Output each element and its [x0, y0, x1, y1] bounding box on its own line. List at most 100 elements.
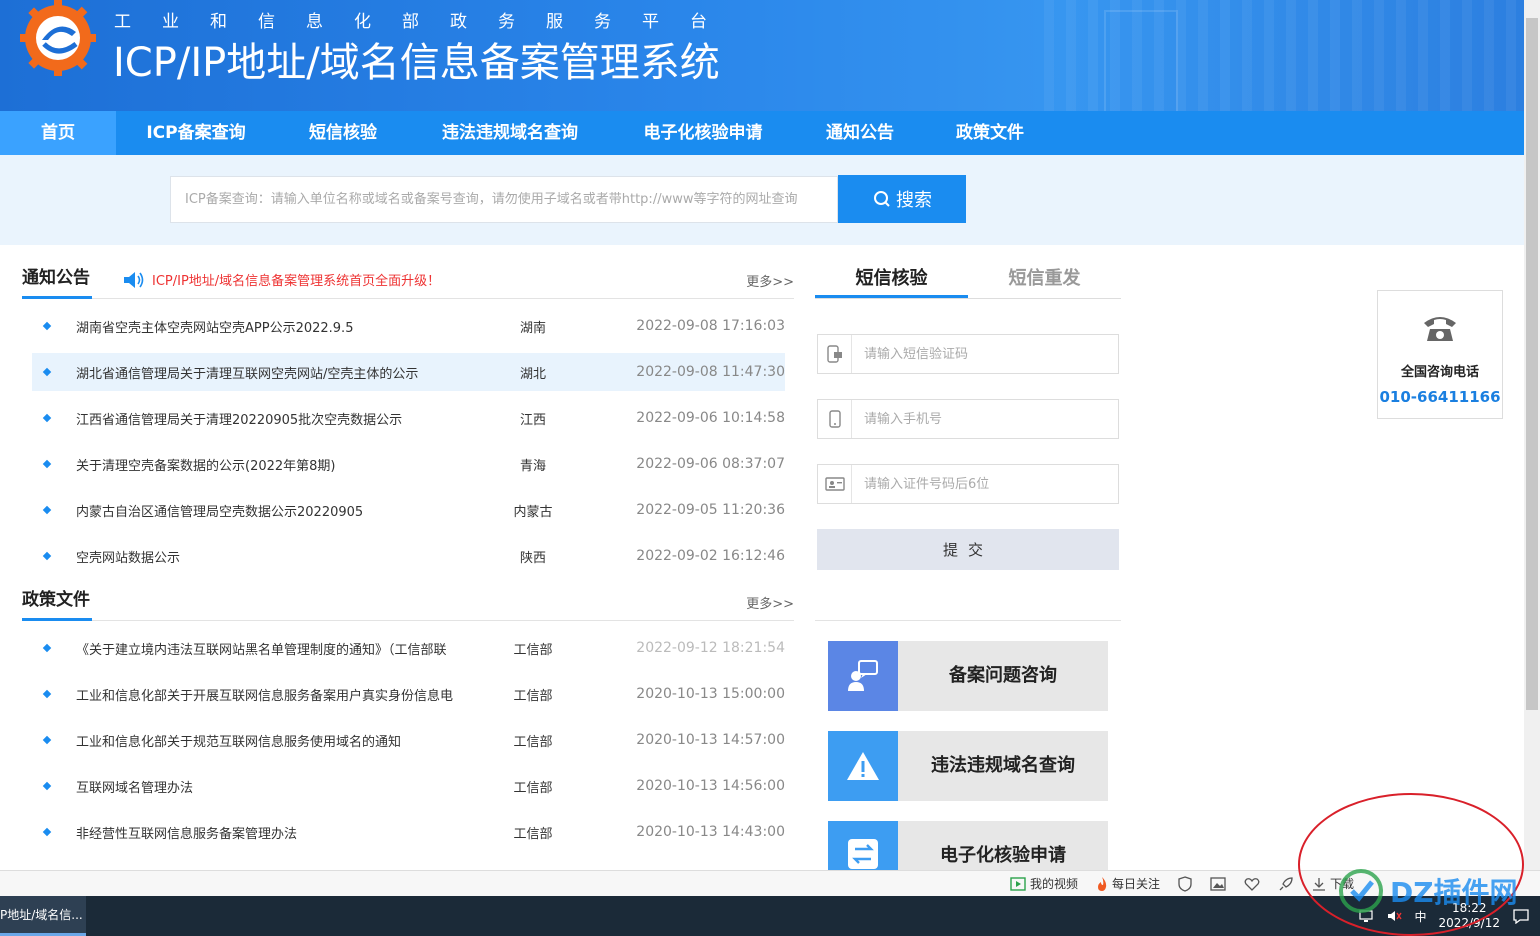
tab-sms-verify[interactable]: 短信核验 — [815, 262, 968, 298]
notice-title: 关于清理空壳备案数据的公示(2022年第8期) — [76, 458, 336, 474]
notice-row[interactable]: 江西省通信管理局关于清理20220905批次空壳数据公示 江西 2022-09-… — [32, 399, 785, 437]
policy-title: 互联网域名管理办法 — [76, 780, 194, 796]
policy-row[interactable]: 《关于建立境内违法互联网站黑名单管理制度的通知》（工信部联 工信部 2022-0… — [32, 629, 785, 667]
notice-title: 湖北省通信管理局关于清理互联网空壳网站/空壳主体的公示 — [76, 366, 419, 382]
policy-date: 2022-09-12 18:21:54 — [636, 640, 785, 656]
header-banner: 工业和信息化部政务服务平台 ICP/IP地址/域名信息备案管理系统 — [0, 0, 1524, 111]
id-input[interactable] — [852, 466, 1118, 502]
nav-illegal-domain[interactable]: 违法违规域名查询 — [410, 111, 610, 155]
notice-region: 青海 — [519, 458, 546, 474]
shield-icon — [1178, 875, 1192, 892]
sms-phone-icon — [818, 335, 852, 373]
warning-icon — [828, 731, 898, 801]
quick-link-e-verify[interactable]: 电子化核验申请 — [828, 821, 1108, 870]
boost-button[interactable] — [1278, 876, 1294, 892]
banner-cityscape — [1044, 0, 1524, 111]
nav-icp-query[interactable]: ICP备案查询 — [116, 111, 276, 155]
notice-marquee[interactable]: ICP/IP地址/域名信息备案管理系统首页全面升级！ — [122, 270, 440, 289]
notice-date: 2022-09-05 11:20:36 — [636, 502, 785, 518]
watermark-logo-icon — [1339, 869, 1383, 913]
notice-region: 湖南 — [519, 320, 546, 336]
consult-icon — [828, 641, 898, 711]
nav-policies[interactable]: 政策文件 — [924, 111, 1056, 155]
taskbar-app-browser[interactable]: P地址/域名信... — [0, 896, 86, 936]
page: 工业和信息化部政务服务平台 ICP/IP地址/域名信息备案管理系统 首页 ICP… — [0, 0, 1540, 936]
notice-date: 2022-09-08 11:47:30 — [636, 364, 785, 380]
policy-title: 非经营性互联网信息服务备案管理办法 — [76, 826, 298, 842]
notice-date: 2022-09-06 08:37:07 — [636, 456, 785, 472]
policy-issuer: 工信部 — [513, 688, 553, 704]
nav-home[interactable]: 首页 — [0, 111, 116, 155]
sms-code-input[interactable] — [852, 336, 1118, 372]
bullet-icon — [42, 459, 52, 469]
scrollbar-thumb[interactable] — [1526, 18, 1538, 710]
submit-button[interactable]: 提交 — [817, 529, 1119, 570]
policy-row[interactable]: 非经营性互联网信息服务备案管理办法 工信部 2020-10-13 14:43:0… — [32, 813, 785, 851]
policy-row[interactable]: 工业和信息化部关于规范互联网信息服务使用域名的通知 工信部 2020-10-13… — [32, 721, 785, 759]
nav-sms-verify[interactable]: 短信核验 — [276, 111, 410, 155]
bullet-icon — [42, 505, 52, 515]
heart-icon — [1244, 877, 1260, 891]
policy-issuer: 工信部 — [513, 734, 553, 750]
hotline-label: 全国咨询电话 — [1400, 365, 1479, 380]
daily-focus-button[interactable]: 每日关注 — [1096, 875, 1160, 892]
search-button-label: 搜索 — [896, 190, 932, 211]
notice-date: 2022-09-02 16:12:46 — [636, 548, 785, 564]
health-button[interactable] — [1244, 877, 1260, 891]
hotline-number[interactable]: 010-66411166 — [1378, 388, 1502, 406]
notice-region: 陕西 — [519, 550, 546, 566]
notices-more-link[interactable]: 更多>> — [746, 271, 794, 290]
policy-date: 2020-10-13 14:43:00 — [636, 824, 785, 840]
policy-row[interactable]: 工业和信息化部关于开展互联网信息服务备案用户真实身份信息电 工信部 2020-1… — [32, 675, 785, 713]
status-label: 我的视频 — [1029, 877, 1078, 891]
search-input[interactable] — [170, 176, 838, 223]
id-card-icon — [818, 465, 852, 503]
hotline-card: 全国咨询电话 010-66411166 — [1377, 290, 1503, 419]
my-videos-button[interactable]: 我的视频 — [1010, 875, 1078, 892]
speaker-icon — [124, 271, 144, 288]
image-icon — [1210, 876, 1226, 891]
policies-title: 政策文件 — [22, 587, 92, 621]
notice-title: 湖南省空壳主体空壳网站空壳APP公示2022.9.5 — [76, 320, 354, 336]
policy-issuer: 工信部 — [513, 780, 553, 796]
policies-header: 政策文件 更多>> — [22, 587, 794, 621]
sms-code-field — [817, 334, 1119, 374]
notice-title: 空壳网站数据公示 — [76, 550, 181, 566]
notice-row[interactable]: 空壳网站数据公示 陕西 2022-09-02 16:12:46 — [32, 537, 785, 575]
phone-input[interactable] — [852, 401, 1118, 437]
nav-notices[interactable]: 通知公告 — [796, 111, 924, 155]
bullet-icon — [42, 735, 52, 745]
telephone-icon — [1424, 317, 1456, 341]
watermark-text: DZ插件网 — [1390, 876, 1518, 909]
policy-issuer: 工信部 — [513, 826, 553, 842]
tab-sms-resend[interactable]: 短信重发 — [968, 262, 1121, 298]
sms-tabs: 短信核验 短信重发 — [815, 262, 1121, 299]
quick-link-consult[interactable]: 备案问题咨询 — [828, 641, 1108, 711]
policies-more-link[interactable]: 更多>> — [746, 593, 794, 612]
quick-link-illegal-domain[interactable]: 违法违规域名查询 — [828, 731, 1108, 801]
quick-link-label: 违法违规域名查询 — [931, 755, 1075, 776]
shield-button[interactable] — [1178, 875, 1192, 892]
exchange-icon — [828, 821, 898, 870]
notice-row[interactable]: 湖南省空壳主体空壳网站空壳APP公示2022.9.5 湖南 2022-09-08… — [32, 307, 785, 345]
image-button[interactable] — [1210, 876, 1226, 891]
marquee-text: ICP/IP地址/域名信息备案管理系统首页全面升级！ — [152, 274, 441, 289]
notice-row[interactable]: 湖北省通信管理局关于清理互联网空壳网站/空壳主体的公示 湖北 2022-09-0… — [32, 353, 785, 391]
notice-row[interactable]: 关于清理空壳备案数据的公示(2022年第8期) 青海 2022-09-06 08… — [32, 445, 785, 483]
policy-row[interactable]: 互联网域名管理办法 工信部 2020-10-13 14:56:00 — [32, 767, 785, 805]
bullet-icon — [42, 643, 52, 653]
bullet-icon — [42, 781, 52, 791]
system-title: ICP/IP地址/域名信息备案管理系统 — [113, 40, 720, 86]
notice-title: 江西省通信管理局关于清理20220905批次空壳数据公示 — [76, 412, 403, 428]
policy-date: 2020-10-13 14:57:00 — [636, 732, 785, 748]
nav-e-verify[interactable]: 电子化核验申请 — [610, 111, 796, 155]
search-icon — [874, 191, 890, 207]
notice-region: 江西 — [519, 412, 546, 428]
quick-link-label: 电子化核验申请 — [940, 845, 1066, 866]
notice-region: 湖北 — [519, 366, 546, 382]
search-band: 搜索 — [0, 155, 1524, 245]
bullet-icon — [42, 321, 52, 331]
notice-row[interactable]: 内蒙古自治区通信管理局空壳数据公示20220905 内蒙古 2022-09-05… — [32, 491, 785, 529]
notice-date: 2022-09-08 17:16:03 — [636, 318, 785, 334]
search-button[interactable]: 搜索 — [838, 175, 966, 223]
